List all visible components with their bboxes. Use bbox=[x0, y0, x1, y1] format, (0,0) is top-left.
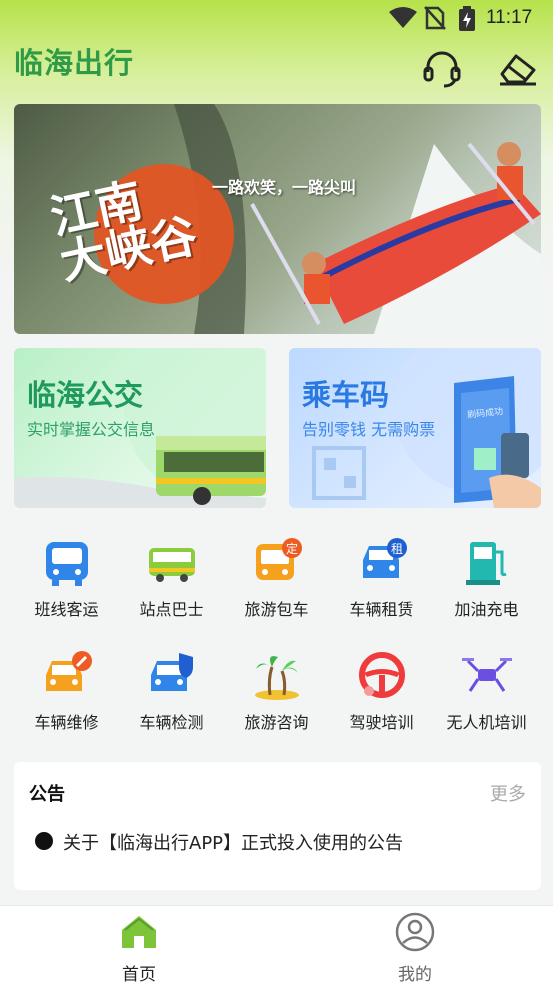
no-sim-icon bbox=[424, 6, 446, 30]
grid-label: 站点巴士 bbox=[139, 600, 204, 619]
grid-item-drone-training[interactable]: 无人机培训 bbox=[434, 651, 539, 751]
battery-charging-icon bbox=[459, 6, 475, 31]
grid-item-travel-consult[interactable]: 旅游咨询 bbox=[224, 651, 329, 751]
grid-item-charter-bus[interactable]: 定 旅游包车 bbox=[224, 538, 329, 638]
grid-item-car-repair[interactable]: 车辆维修 bbox=[14, 651, 119, 751]
grid-item-intercity-bus[interactable]: 班线客运 bbox=[14, 538, 119, 638]
nav-mine[interactable]: 我的 bbox=[355, 906, 475, 983]
bottom-nav: 首页 我的 bbox=[0, 905, 553, 983]
fuel-charge-icon bbox=[466, 542, 507, 585]
notice-item[interactable]: 关于【临海出行APP】正式投入使用的公告 bbox=[63, 829, 403, 855]
ride-code-card-title: 乘车码 bbox=[302, 378, 390, 412]
car-inspection-icon bbox=[151, 653, 193, 691]
bus-side-icon bbox=[149, 548, 195, 582]
banner-slogan: 一路欢笑，一路尖叫 bbox=[212, 178, 357, 197]
grid-item-driving-training[interactable]: 驾驶培训 bbox=[329, 651, 434, 751]
ride-code-card[interactable]: 乘车码 告别零钱 无需购票 刷码成功 bbox=[289, 348, 541, 508]
status-time: 11:17 bbox=[486, 7, 533, 28]
grid-label: 车辆租赁 bbox=[349, 600, 414, 619]
home-icon bbox=[122, 916, 156, 948]
charter-bus-icon: 定 bbox=[256, 538, 302, 580]
ride-code-card-subtitle: 告别零钱 无需购票 bbox=[302, 420, 436, 439]
grid-label: 车辆维修 bbox=[34, 713, 99, 732]
rental-car-icon: 租 bbox=[363, 538, 407, 578]
bus-front-icon bbox=[46, 542, 88, 586]
notice-bullet bbox=[35, 832, 53, 850]
palm-island-icon bbox=[255, 656, 299, 700]
svg-text:定: 定 bbox=[286, 541, 298, 556]
grid-label: 加油充电 bbox=[454, 600, 519, 619]
grid-label: 班线客运 bbox=[34, 600, 99, 619]
promo-banner[interactable]: 江南 大峡谷 一路欢笑，一路尖叫 bbox=[14, 104, 541, 334]
grid-label: 旅游咨询 bbox=[244, 713, 309, 732]
headset-icon[interactable] bbox=[422, 48, 462, 88]
steering-wheel-icon bbox=[359, 652, 405, 698]
car-repair-icon bbox=[46, 651, 92, 691]
status-bar: 11:17 bbox=[0, 0, 553, 36]
nav-mine-label: 我的 bbox=[398, 965, 432, 983]
nav-home-label: 首页 bbox=[122, 965, 156, 983]
grid-item-car-rental[interactable]: 租 车辆租赁 bbox=[329, 538, 434, 638]
notice-panel: 公告 更多 关于【临海出行APP】正式投入使用的公告 bbox=[14, 762, 541, 890]
user-icon bbox=[395, 912, 435, 952]
svg-text:租: 租 bbox=[391, 542, 403, 556]
wifi-icon bbox=[389, 7, 417, 28]
grid-label: 旅游包车 bbox=[244, 600, 309, 619]
grid-item-station-bus[interactable]: 站点巴士 bbox=[119, 538, 224, 638]
drone-icon bbox=[462, 658, 512, 692]
bus-card[interactable]: 临海公交 实时掌握公交信息 bbox=[14, 348, 266, 508]
notice-more-link[interactable]: 更多 bbox=[490, 780, 526, 806]
grid-item-fuel-charge[interactable]: 加油充电 bbox=[434, 538, 539, 638]
grid-item-car-inspection[interactable]: 车辆检测 bbox=[119, 651, 224, 751]
eraser-icon[interactable] bbox=[498, 48, 538, 88]
nav-home[interactable]: 首页 bbox=[79, 906, 199, 983]
bus-card-subtitle: 实时掌握公交信息 bbox=[27, 420, 156, 439]
grid-label: 车辆检测 bbox=[139, 713, 204, 732]
grid-label: 无人机培训 bbox=[446, 713, 527, 732]
bus-card-title: 临海公交 bbox=[27, 378, 144, 412]
app-title: 临海出行 bbox=[14, 46, 135, 80]
notice-title: 公告 bbox=[29, 784, 65, 805]
grid-label: 驾驶培训 bbox=[349, 713, 414, 732]
